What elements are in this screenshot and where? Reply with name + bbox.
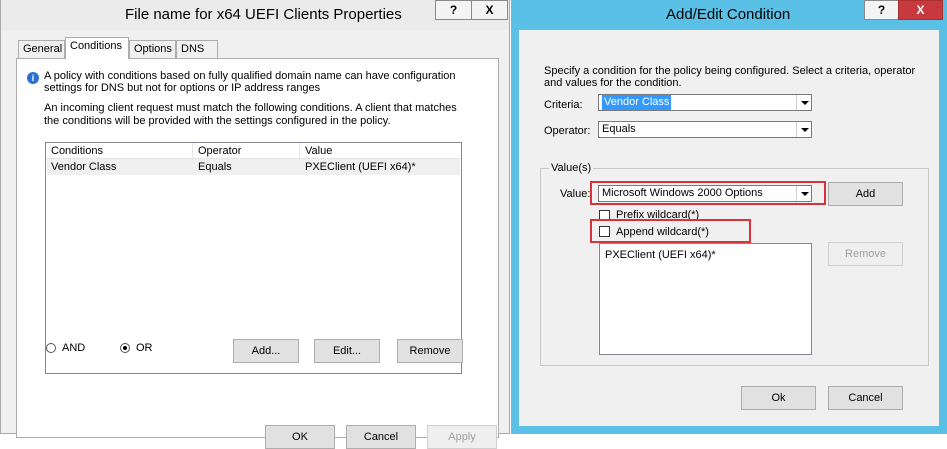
column-header-conditions[interactable]: Conditions — [51, 145, 103, 157]
info-text-line-1: A policy with conditions based on fully … — [44, 70, 456, 82]
description-line-2: the conditions will be provided with the… — [44, 115, 391, 127]
radio-or-label[interactable]: OR — [136, 342, 153, 354]
value-label: Value: — [560, 188, 591, 200]
radio-or[interactable] — [120, 343, 130, 353]
help-button[interactable]: ? — [864, 0, 899, 20]
properties-window: File name for x64 UEFI Clients Propertie… — [0, 0, 510, 449]
condition-window-title: Add/Edit Condition — [666, 6, 791, 23]
column-header-operator[interactable]: Operator — [198, 145, 241, 157]
edit-condition-button[interactable]: Edit... — [314, 339, 380, 363]
remove-value-button[interactable]: Remove — [828, 242, 903, 266]
operator-selected-value: Equals — [602, 123, 636, 135]
list-item[interactable]: PXEClient (UEFI x64)* — [605, 249, 716, 261]
values-group-label: Value(s) — [549, 162, 594, 174]
properties-window-title: File name for x64 UEFI Clients Propertie… — [125, 6, 402, 23]
conditions-panel: i A policy with conditions based on full… — [16, 58, 499, 438]
close-button[interactable]: X — [898, 0, 943, 20]
criteria-selected-value: Vendor Class — [602, 95, 672, 110]
chevron-down-icon[interactable] — [796, 122, 811, 137]
criteria-label: Criteria: — [544, 99, 583, 111]
info-text-line-2: settings for DNS but not for options or … — [44, 82, 321, 94]
cancel-button[interactable]: Cancel — [346, 425, 416, 449]
criteria-select[interactable]: Vendor Class — [598, 94, 812, 111]
remove-condition-button[interactable]: Remove — [397, 339, 463, 363]
help-button[interactable]: ? — [435, 0, 472, 20]
tab-conditions[interactable]: Conditions — [65, 37, 129, 59]
add-value-button[interactable]: Add — [828, 182, 903, 206]
tab-dns[interactable]: DNS — [176, 40, 218, 58]
info-icon: i — [27, 72, 39, 84]
chevron-down-icon[interactable] — [796, 95, 811, 110]
apply-button[interactable]: Apply — [427, 425, 497, 449]
highlight-box — [590, 181, 826, 205]
properties-titlebar[interactable]: File name for x64 UEFI Clients Propertie… — [1, 0, 509, 30]
column-divider — [299, 143, 300, 158]
radio-and-label[interactable]: AND — [62, 342, 85, 354]
column-header-value[interactable]: Value — [305, 145, 332, 157]
cancel-button[interactable]: Cancel — [828, 386, 903, 410]
operator-select[interactable]: Equals — [598, 121, 812, 138]
row-operator: Equals — [198, 161, 232, 173]
condition-titlebar[interactable]: Add/Edit Condition ? X — [511, 0, 947, 30]
operator-label: Operator: — [544, 125, 591, 137]
add-edit-condition-window: Add/Edit Condition ? X Specify a conditi… — [511, 0, 947, 434]
row-condition: Vendor Class — [51, 161, 117, 173]
row-value: PXEClient (UEFI x64)* — [305, 161, 416, 173]
radio-and[interactable] — [46, 343, 56, 353]
value-list[interactable]: PXEClient (UEFI x64)* — [599, 243, 812, 355]
list-header: Conditions Operator Value — [46, 143, 461, 159]
add-condition-button[interactable]: Add... — [233, 339, 299, 363]
ok-button[interactable]: OK — [265, 425, 335, 449]
highlight-box — [590, 219, 751, 243]
close-button[interactable]: X — [471, 0, 508, 20]
description-line-1: An incoming client request must match th… — [44, 102, 457, 114]
tab-options[interactable]: Options — [129, 40, 176, 58]
ok-button[interactable]: Ok — [741, 386, 816, 410]
tab-general[interactable]: General — [18, 40, 65, 58]
column-divider — [192, 143, 193, 158]
table-row[interactable]: Vendor Class Equals PXEClient (UEFI x64)… — [47, 159, 460, 175]
intro-line-2: and values for the condition. — [544, 77, 682, 89]
intro-line-1: Specify a condition for the policy being… — [544, 65, 916, 77]
condition-client-area: Specify a condition for the policy being… — [519, 30, 939, 426]
